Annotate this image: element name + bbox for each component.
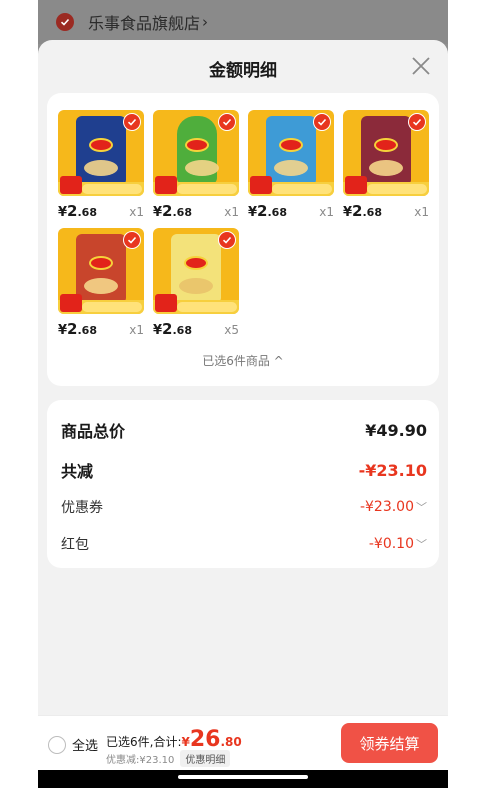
chips-bag-icon [76, 116, 126, 184]
chips-bag-icon [266, 116, 316, 184]
close-icon[interactable] [410, 55, 432, 77]
product-price: ¥2.68 [58, 202, 97, 220]
radio-unchecked-icon[interactable] [48, 735, 66, 754]
selected-check-icon[interactable] [123, 231, 141, 249]
chevron-down-icon: ﹀ [416, 501, 427, 514]
order-summary: 已选6件,合计: ¥ 26 .80 [106, 727, 242, 752]
home-indicator-area [38, 770, 448, 788]
discount-text: 优惠减:¥23.10 [106, 755, 175, 766]
chips-canister-icon [177, 116, 219, 184]
promo-tag-icon [60, 176, 82, 194]
select-all-toggle[interactable]: 全选 [48, 735, 98, 754]
product-price: ¥2.68 [153, 320, 192, 338]
price-breakdown-card: 商品总价 ¥49.90 共减 -¥23.10 优惠券 -¥23.00 ﹀ 红包 -… [47, 400, 439, 568]
red-packet-value[interactable]: -¥0.10 ﹀ [369, 536, 427, 552]
product-thumbnail [343, 110, 429, 196]
product-quantity: x1 [129, 205, 144, 219]
discount-summary: 优惠减:¥23.10 优惠明细 [106, 750, 231, 767]
amount-detail-sheet: 金额明细 ¥2.68 x1 ¥2.68 x1 ¥2.68 x1 ¥2.68 x1… [38, 40, 448, 788]
coupon-label: 优惠券 [61, 500, 103, 516]
total-integer: 26 [189, 727, 221, 752]
store-header: 乐事食品旗舰店 › [38, 0, 448, 44]
red-packet-row[interactable]: 红包 -¥0.10 ﹀ [61, 534, 427, 554]
product-item[interactable]: ¥2.68 x1 [153, 110, 239, 224]
selected-products-card: ¥2.68 x1 ¥2.68 x1 ¥2.68 x1 ¥2.68 x1 ¥2.6… [47, 93, 439, 386]
product-price: ¥2.68 [153, 202, 192, 220]
chips-bag-icon [361, 116, 411, 184]
selected-check-icon[interactable] [218, 113, 236, 131]
coupon-row[interactable]: 优惠券 -¥23.00 ﹀ [61, 497, 427, 517]
phone-screen: 乐事食品旗舰店 › 金额明细 ¥2.68 x1 ¥2.68 x1 ¥2.68 x… [38, 0, 448, 788]
product-quantity: x1 [129, 323, 144, 337]
selected-count-toggle[interactable]: 已选6件商品 ^ [47, 352, 439, 369]
product-thumbnail [58, 110, 144, 196]
product-price: ¥2.68 [58, 320, 97, 338]
home-indicator[interactable] [178, 775, 308, 779]
product-item[interactable]: ¥2.68 x1 [343, 110, 429, 224]
reduction-label: 共减 [61, 462, 94, 481]
product-item[interactable]: ¥2.68 x1 [58, 110, 144, 224]
product-item[interactable]: ¥2.68 x1 [248, 110, 334, 224]
product-price: ¥2.68 [343, 202, 382, 220]
promo-tag-icon [60, 294, 82, 312]
selected-check-icon[interactable] [123, 113, 141, 131]
selected-check-icon[interactable] [408, 113, 426, 131]
checkout-button[interactable]: 领券结算 [341, 723, 438, 763]
coupon-value[interactable]: -¥23.00 ﹀ [360, 499, 427, 515]
chips-bag-icon [171, 234, 221, 302]
product-item[interactable]: ¥2.68 x5 [153, 228, 239, 342]
product-thumbnail [58, 228, 144, 314]
checkout-bar: 全选 已选6件,合计: ¥ 26 .80 优惠减:¥23.10 优惠明细 领券结… [38, 715, 448, 770]
subtotal-label: 商品总价 [61, 422, 126, 441]
select-all-label: 全选 [72, 739, 99, 754]
product-thumbnail [153, 228, 239, 314]
reduction-value: -¥23.10 [358, 460, 427, 480]
total-decimal: .80 [220, 735, 242, 749]
product-thumbnail [153, 110, 239, 196]
subtotal-value: ¥49.90 [365, 420, 427, 440]
promo-tag-icon [155, 176, 177, 194]
store-name[interactable]: 乐事食品旗舰店 [88, 10, 200, 34]
chevron-down-icon: ﹀ [416, 538, 427, 551]
reduction-row: 共减 -¥23.10 [61, 458, 427, 482]
product-price: ¥2.68 [248, 202, 287, 220]
selected-check-icon[interactable] [313, 113, 331, 131]
subtotal-row: 商品总价 ¥49.90 [61, 418, 427, 442]
selected-check-icon[interactable] [218, 231, 236, 249]
product-quantity: x5 [224, 323, 239, 337]
sheet-title: 金额明细 [209, 61, 277, 81]
red-packet-label: 红包 [61, 537, 89, 553]
store-check-icon[interactable] [56, 13, 74, 31]
summary-prefix: 已选6件,合计: [106, 735, 182, 749]
discount-detail-button[interactable]: 优惠明细 [180, 750, 231, 767]
chevron-right-icon: › [202, 13, 209, 31]
product-quantity: x1 [224, 205, 239, 219]
chips-bag-icon [76, 234, 126, 302]
product-item[interactable]: ¥2.68 x1 [58, 228, 144, 342]
product-thumbnail [248, 110, 334, 196]
promo-tag-icon [155, 294, 177, 312]
total-currency: ¥ [181, 735, 190, 749]
promo-tag-icon [345, 176, 367, 194]
product-quantity: x1 [414, 205, 429, 219]
product-quantity: x1 [319, 205, 334, 219]
promo-tag-icon [250, 176, 272, 194]
